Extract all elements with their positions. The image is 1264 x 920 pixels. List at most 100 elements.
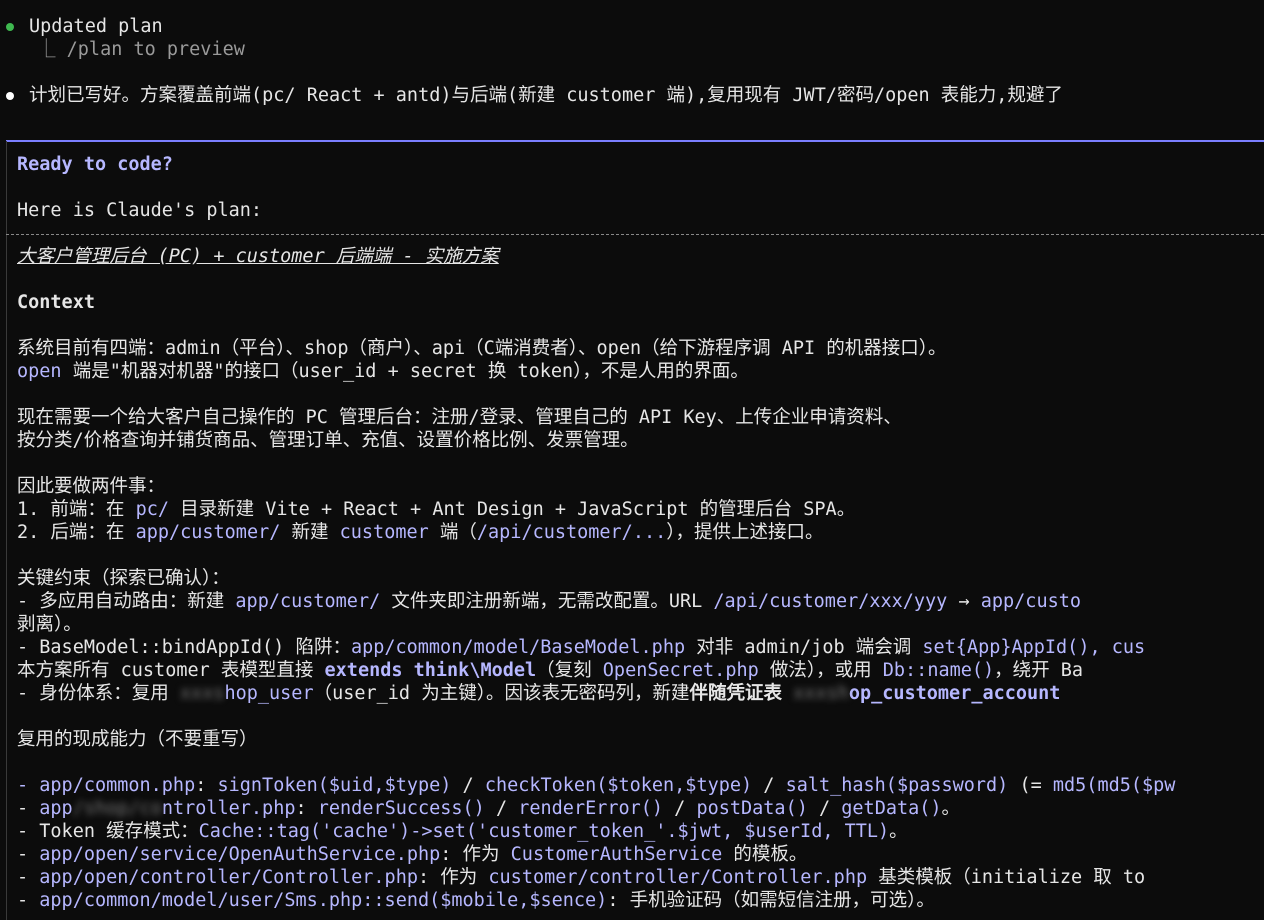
inline-code: customer	[339, 522, 429, 543]
text: /	[663, 798, 697, 819]
text: - BaseModel::bindAppId() 陷阱：	[17, 637, 351, 658]
branch-icon: ⎿	[37, 39, 56, 60]
text: - 身份体系：复用	[17, 683, 180, 704]
text: :	[195, 775, 218, 796]
text: 基类模板（initialize 取 to	[867, 867, 1146, 888]
inline-code: ntroller.php	[161, 798, 296, 819]
reuse-4: - app/open/service/OpenAuthService.php: …	[17, 843, 807, 866]
text: - Token 缓存模式：	[17, 821, 199, 842]
reuse-2: - app/shop/controller.php: renderSuccess…	[17, 797, 960, 820]
context-heading: Context	[17, 292, 95, 313]
inline-code: app/customer/	[135, 522, 281, 543]
inline-code: renderError()	[518, 798, 664, 819]
arrow-text: →	[947, 591, 981, 612]
message-bullet-icon	[6, 92, 14, 100]
text: 。	[941, 798, 961, 819]
text: 端（	[428, 522, 477, 543]
constraint-3: - 身份体系：复用 xxxshop_user（user_id 为主键）。因该表无…	[17, 682, 1060, 705]
text: ，绕开 Ba	[994, 660, 1084, 681]
constraint-1-wrap: 剥离）。	[17, 614, 82, 635]
inline-code: set{App}AppId(), cus	[922, 637, 1146, 658]
text: :	[295, 798, 318, 819]
plan-hint: ⎿ /plan to preview	[37, 38, 245, 61]
inline-code: md5(md5($pw	[1052, 775, 1176, 796]
context-line-4: 按分类/价格查询并铺货商品、管理订单、充值、设置价格比例、发票管理。	[17, 430, 639, 451]
inline-code: Db::name()	[882, 660, 995, 681]
inline-code: hop_user	[224, 683, 314, 704]
inline-code: open	[17, 361, 62, 382]
redacted-text: /shop/co	[72, 798, 162, 819]
plan-status-title: Updated plan	[29, 16, 163, 37]
reuse-6: - app/common/model/user/Sms.php::send($m…	[17, 889, 935, 912]
context-line-1: 系统目前有四端：admin（平台）、shop（商户）、api（C端消费者）、op…	[17, 338, 947, 359]
inline-code: /api/customer/...	[476, 522, 667, 543]
assistant-message: 计划已写好。方案覆盖前端(pc/ React + antd)与后端(新建 cus…	[29, 85, 1063, 106]
text: 。	[889, 821, 908, 842]
text: /	[752, 775, 786, 796]
text: 1. 前端：在	[17, 499, 136, 520]
text: /	[484, 798, 519, 819]
inline-code-bold: extends think\Model	[324, 660, 537, 681]
inline-code: signToken($uid,$type)	[217, 775, 452, 796]
plan-separator	[6, 234, 1264, 235]
text: ），提供上述接口。	[666, 522, 824, 543]
text: : 作为	[440, 844, 511, 865]
inline-code: app/common/model/BaseModel.php	[350, 637, 686, 658]
text: -	[17, 867, 40, 888]
reuse-1: - app/common.php: signToken($uid,$type) …	[17, 774, 1175, 797]
inline-code: customer/controller/Controller.php	[488, 867, 868, 888]
inline-code: checkToken($token,$type)	[484, 775, 753, 796]
text	[782, 683, 793, 704]
inline-code: - app/common.php	[17, 775, 196, 796]
text: -	[17, 844, 40, 865]
task-2: 2. 后端：在 app/customer/ 新建 customer 端（/api…	[17, 521, 824, 544]
inline-code: app	[39, 798, 73, 819]
inline-code: app/open/controller/Controller.php	[39, 867, 418, 888]
text: 端是"机器对机器"的接口（user_id + secret 换 token），不…	[61, 361, 749, 382]
inline-code: Cache::tag('cache')->set('customer_token…	[198, 821, 890, 842]
inline-code: postData()	[696, 798, 808, 819]
text: 目录新建 Vite + React + Ant Design + JavaScr…	[168, 499, 856, 520]
reuse-3: - Token 缓存模式：Cache::tag('cache')->set('c…	[17, 820, 908, 843]
prompt-top-border	[6, 140, 1264, 142]
text: - 多应用自动路由：新建	[17, 591, 236, 612]
inline-code: salt_hash($password)	[785, 775, 1009, 796]
plan-title: 大客户管理后台 (PC) + customer 后端端 - 实施方案	[17, 246, 499, 267]
inline-code: app/open/service/OpenAuthService.php	[39, 844, 441, 865]
text: -	[17, 890, 40, 911]
text: 文件夹即注册新端，无需改配置。URL	[380, 591, 714, 612]
text: 新建	[280, 522, 340, 543]
redacted-text: xxxsh	[793, 683, 849, 704]
text: (=	[1008, 775, 1053, 796]
text: /	[807, 798, 842, 819]
constraints-heading: 关键约束（探索已确认）：	[17, 568, 230, 589]
text: （复刻	[536, 660, 603, 681]
text: 做法），或用	[758, 660, 883, 681]
text: 本方案所有 customer 表模型直接	[17, 660, 325, 681]
text: : 手机验证码（如需短信注册，可选）。	[607, 890, 935, 911]
text: （user_id 为主键）。因该表无密码列，新建	[313, 683, 690, 704]
inline-code: app/custo	[980, 591, 1081, 612]
ready-to-code-title: Ready to code?	[17, 154, 173, 175]
inline-code: renderSuccess()	[317, 798, 485, 819]
status-dot-icon	[6, 23, 14, 31]
tasks-intro: 因此要做两件事：	[17, 476, 166, 497]
text: 2. 后端：在	[17, 522, 136, 543]
inline-code-bold: op_customer_account	[848, 683, 1061, 704]
constraint-1: - 多应用自动路由：新建 app/customer/ 文件夹即注册新端，无需改配…	[17, 590, 1081, 613]
inline-code: /api/customer/xxx/yyy	[713, 591, 948, 612]
plan-hint-text: /plan to preview	[66, 39, 245, 60]
bold-text: 伴随凭证表	[689, 683, 782, 704]
task-1: 1. 前端：在 pc/ 目录新建 Vite + React + Ant Desi…	[17, 498, 855, 521]
text: -	[17, 798, 40, 819]
constraint-2: - BaseModel::bindAppId() 陷阱：app/common/m…	[17, 636, 1145, 659]
text: /	[451, 775, 485, 796]
redacted-text: xxxs	[179, 683, 225, 704]
text: 的模板。	[722, 844, 808, 865]
context-line-3: 现在需要一个给大客户自己操作的 PC 管理后台：注册/登录、管理自己的 API …	[17, 407, 902, 428]
inline-code: app/common/model/user/Sms.php::send($mob…	[39, 890, 608, 911]
inline-code: CustomerAuthService	[510, 844, 723, 865]
inline-code: getData()	[841, 798, 942, 819]
text: 对非 admin/job 端会调	[685, 637, 923, 658]
inline-code: pc/	[135, 499, 169, 520]
